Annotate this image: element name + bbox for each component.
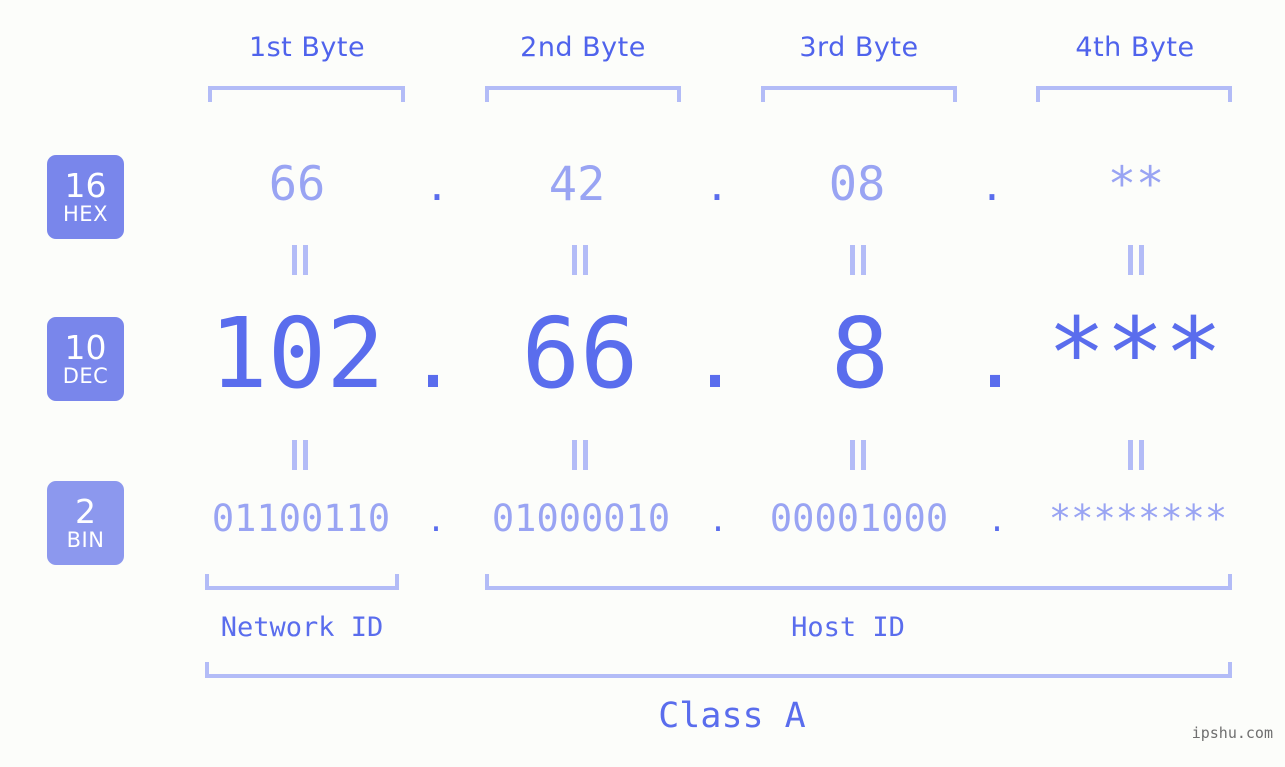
class-label: Class A [658,696,806,736]
bin-byte-2: 01000010 [491,497,671,540]
hex-separator-2: . [709,157,725,212]
base-badge-dec-name: DEC [62,364,109,388]
watermark: ipshu.com [1191,724,1273,742]
ip-address-breakdown-diagram: 1st Byte 2nd Byte 3rd Byte 4th Byte 16 H… [0,0,1285,767]
network-id-label: Network ID [220,612,384,643]
equals-dec-bin-3 [846,440,870,470]
hex-byte-2: 42 [548,157,606,212]
byte-bracket-4 [1036,86,1232,102]
byte-header-4: 4th Byte [1075,32,1195,63]
equals-dec-bin-1 [288,440,312,470]
base-badge-bin[interactable]: 2 BIN [47,481,124,565]
equals-hex-dec-2 [568,245,592,275]
hex-separator-1: . [429,157,445,212]
equals-dec-bin-2 [568,440,592,470]
hex-byte-4: ** [1107,157,1165,212]
hex-byte-3: 08 [828,157,886,212]
host-id-bracket [485,574,1232,590]
byte-header-1: 1st Byte [248,32,366,63]
byte-bracket-3 [761,86,957,102]
equals-hex-dec-1 [288,245,312,275]
base-badge-dec-number: 10 [64,328,107,367]
dec-byte-1: 102 [209,297,385,410]
hex-byte-1: 66 [268,157,326,212]
base-badge-dec[interactable]: 10 DEC [47,317,124,401]
base-badge-bin-number: 2 [75,492,96,531]
equals-dec-bin-4 [1124,440,1148,470]
dec-byte-3: 8 [830,297,890,410]
network-id-bracket [205,574,399,590]
equals-hex-dec-3 [846,245,870,275]
bin-byte-4: ******** [1048,497,1228,540]
bin-byte-1: 01100110 [211,497,391,540]
byte-header-2: 2nd Byte [520,32,646,63]
base-badge-hex-number: 16 [64,166,107,205]
byte-header-3: 3rd Byte [799,32,919,63]
byte-bracket-1 [208,86,405,102]
base-badge-hex-name: HEX [63,202,108,226]
class-bracket [205,662,1232,678]
dec-byte-4: *** [1047,297,1223,410]
dec-byte-2: 66 [521,297,639,410]
base-badge-bin-name: BIN [66,528,105,552]
byte-bracket-2 [485,86,681,102]
host-id-label: Host ID [791,612,905,643]
base-badge-hex[interactable]: 16 HEX [47,155,124,239]
equals-hex-dec-4 [1124,245,1148,275]
hex-separator-3: . [984,157,1000,212]
bin-byte-3: 00001000 [769,497,949,540]
